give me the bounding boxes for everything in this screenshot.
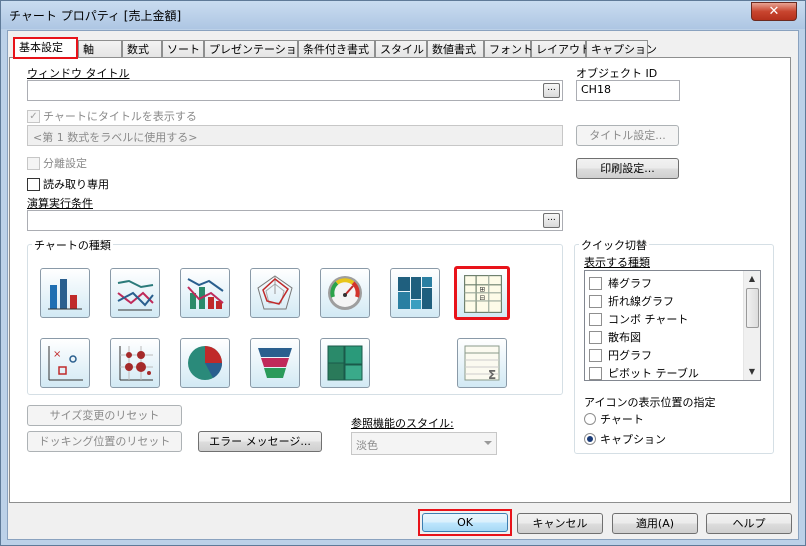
scroll-thumb[interactable]: [746, 288, 759, 328]
cancel-button[interactable]: キャンセル: [517, 513, 603, 534]
list-item[interactable]: コンボ チャート: [589, 311, 688, 327]
window-title-input[interactable]: [27, 80, 563, 101]
readonly-checkbox[interactable]: 読み取り専用: [27, 176, 109, 192]
reset-docking-button[interactable]: ドッキング位置のリセット: [27, 431, 182, 452]
combo-chart-icon[interactable]: [180, 268, 230, 318]
show-title-checkbox[interactable]: ✓ チャートにタイトルを表示する: [27, 108, 197, 124]
calc-condition-label: 演算実行条件: [27, 197, 93, 210]
list-item[interactable]: 棒グラフ: [589, 275, 652, 291]
chart-type-label: チャートの種類: [32, 237, 113, 253]
icon-position-label: アイコンの表示位置の指定: [584, 396, 716, 409]
ok-button-highlight: OK: [418, 509, 512, 536]
block-chart-icon[interactable]: [320, 338, 370, 388]
object-id-label: オブジェクト ID: [576, 67, 658, 80]
chart-properties-window: チャート プロパティ [売上金額] ✕ 基本設定 軸 数式 ソート プレゼンテー…: [0, 0, 806, 546]
title-settings-button[interactable]: タイトル設定...: [576, 125, 679, 146]
readonly-label: 読み取り専用: [43, 178, 109, 191]
radio-chart[interactable]: チャート: [584, 411, 644, 427]
list-item[interactable]: 折れ線グラフ: [589, 293, 674, 309]
line-chart-icon[interactable]: [110, 268, 160, 318]
pie-chart-icon[interactable]: [180, 338, 230, 388]
scroll-down-icon[interactable]: ▼: [744, 364, 760, 380]
tab-general[interactable]: 基本設定: [13, 37, 78, 59]
scroll-up-icon[interactable]: ▲: [744, 271, 760, 287]
svg-text:⊞: ⊞: [480, 286, 486, 294]
detach-checkbox[interactable]: 分離設定: [27, 155, 87, 171]
print-settings-button[interactable]: 印刷設定...: [576, 158, 679, 179]
quick-switch-label: クイック切替: [579, 237, 649, 253]
close-button[interactable]: ✕: [751, 2, 797, 21]
reference-style-label: 参照機能のスタイル:: [351, 417, 454, 430]
reset-size-button[interactable]: サイズ変更のリセット: [27, 405, 182, 426]
list-scrollbar[interactable]: ▲ ▼: [743, 271, 760, 380]
window-title: チャート プロパティ [売上金額]: [9, 9, 182, 23]
gauge-chart-icon[interactable]: [320, 268, 370, 318]
help-button[interactable]: ヘルプ: [706, 513, 792, 534]
svg-text:Σ: Σ: [488, 368, 496, 382]
radio-caption[interactable]: キャプション: [584, 431, 666, 447]
pivot-table-icon[interactable]: ⊞ ⊟: [454, 266, 510, 320]
straight-table-icon[interactable]: Σ: [457, 338, 507, 388]
object-id-input[interactable]: CH18: [576, 80, 680, 101]
shown-types-label: 表示する種類: [584, 256, 650, 269]
window-title-expression-button[interactable]: ...: [543, 83, 560, 98]
reference-style-select[interactable]: 淡色: [351, 432, 497, 455]
checkmark-icon: ✓: [27, 109, 40, 123]
calc-condition-input[interactable]: [27, 210, 563, 231]
window-title-label: ウィンドウ タイトル: [27, 67, 130, 80]
bar-chart-icon[interactable]: [40, 268, 90, 318]
scatter-chart-icon[interactable]: ×: [40, 338, 90, 388]
chart-title-input[interactable]: <第 1 数式をラベルに使用する>: [27, 125, 563, 146]
chevron-down-icon: [484, 441, 492, 445]
calc-condition-expression-button[interactable]: ...: [543, 213, 560, 228]
svg-text:⊟: ⊟: [480, 294, 486, 302]
list-item[interactable]: 円グラフ: [589, 347, 652, 363]
title-bar: チャート プロパティ [売上金額] ✕: [1, 1, 805, 29]
funnel-chart-icon[interactable]: [250, 338, 300, 388]
list-item[interactable]: ピボット テーブル: [589, 365, 699, 381]
radar-chart-icon[interactable]: [250, 268, 300, 318]
grid-chart-icon[interactable]: [110, 338, 160, 388]
chart-types-list[interactable]: 棒グラフ 折れ線グラフ コンボ チャート 散布図 円グラフ ピボット テーブル …: [584, 270, 761, 381]
apply-button[interactable]: 適用(A): [612, 513, 698, 534]
svg-text:×: ×: [53, 349, 61, 360]
error-messages-button[interactable]: エラー メッセージ...: [198, 431, 322, 452]
mekko-chart-icon[interactable]: [390, 268, 440, 318]
detach-label: 分離設定: [43, 157, 87, 170]
ok-button[interactable]: OK: [422, 513, 508, 532]
show-title-label: チャートにタイトルを表示する: [43, 110, 197, 123]
list-item[interactable]: 散布図: [589, 329, 641, 345]
